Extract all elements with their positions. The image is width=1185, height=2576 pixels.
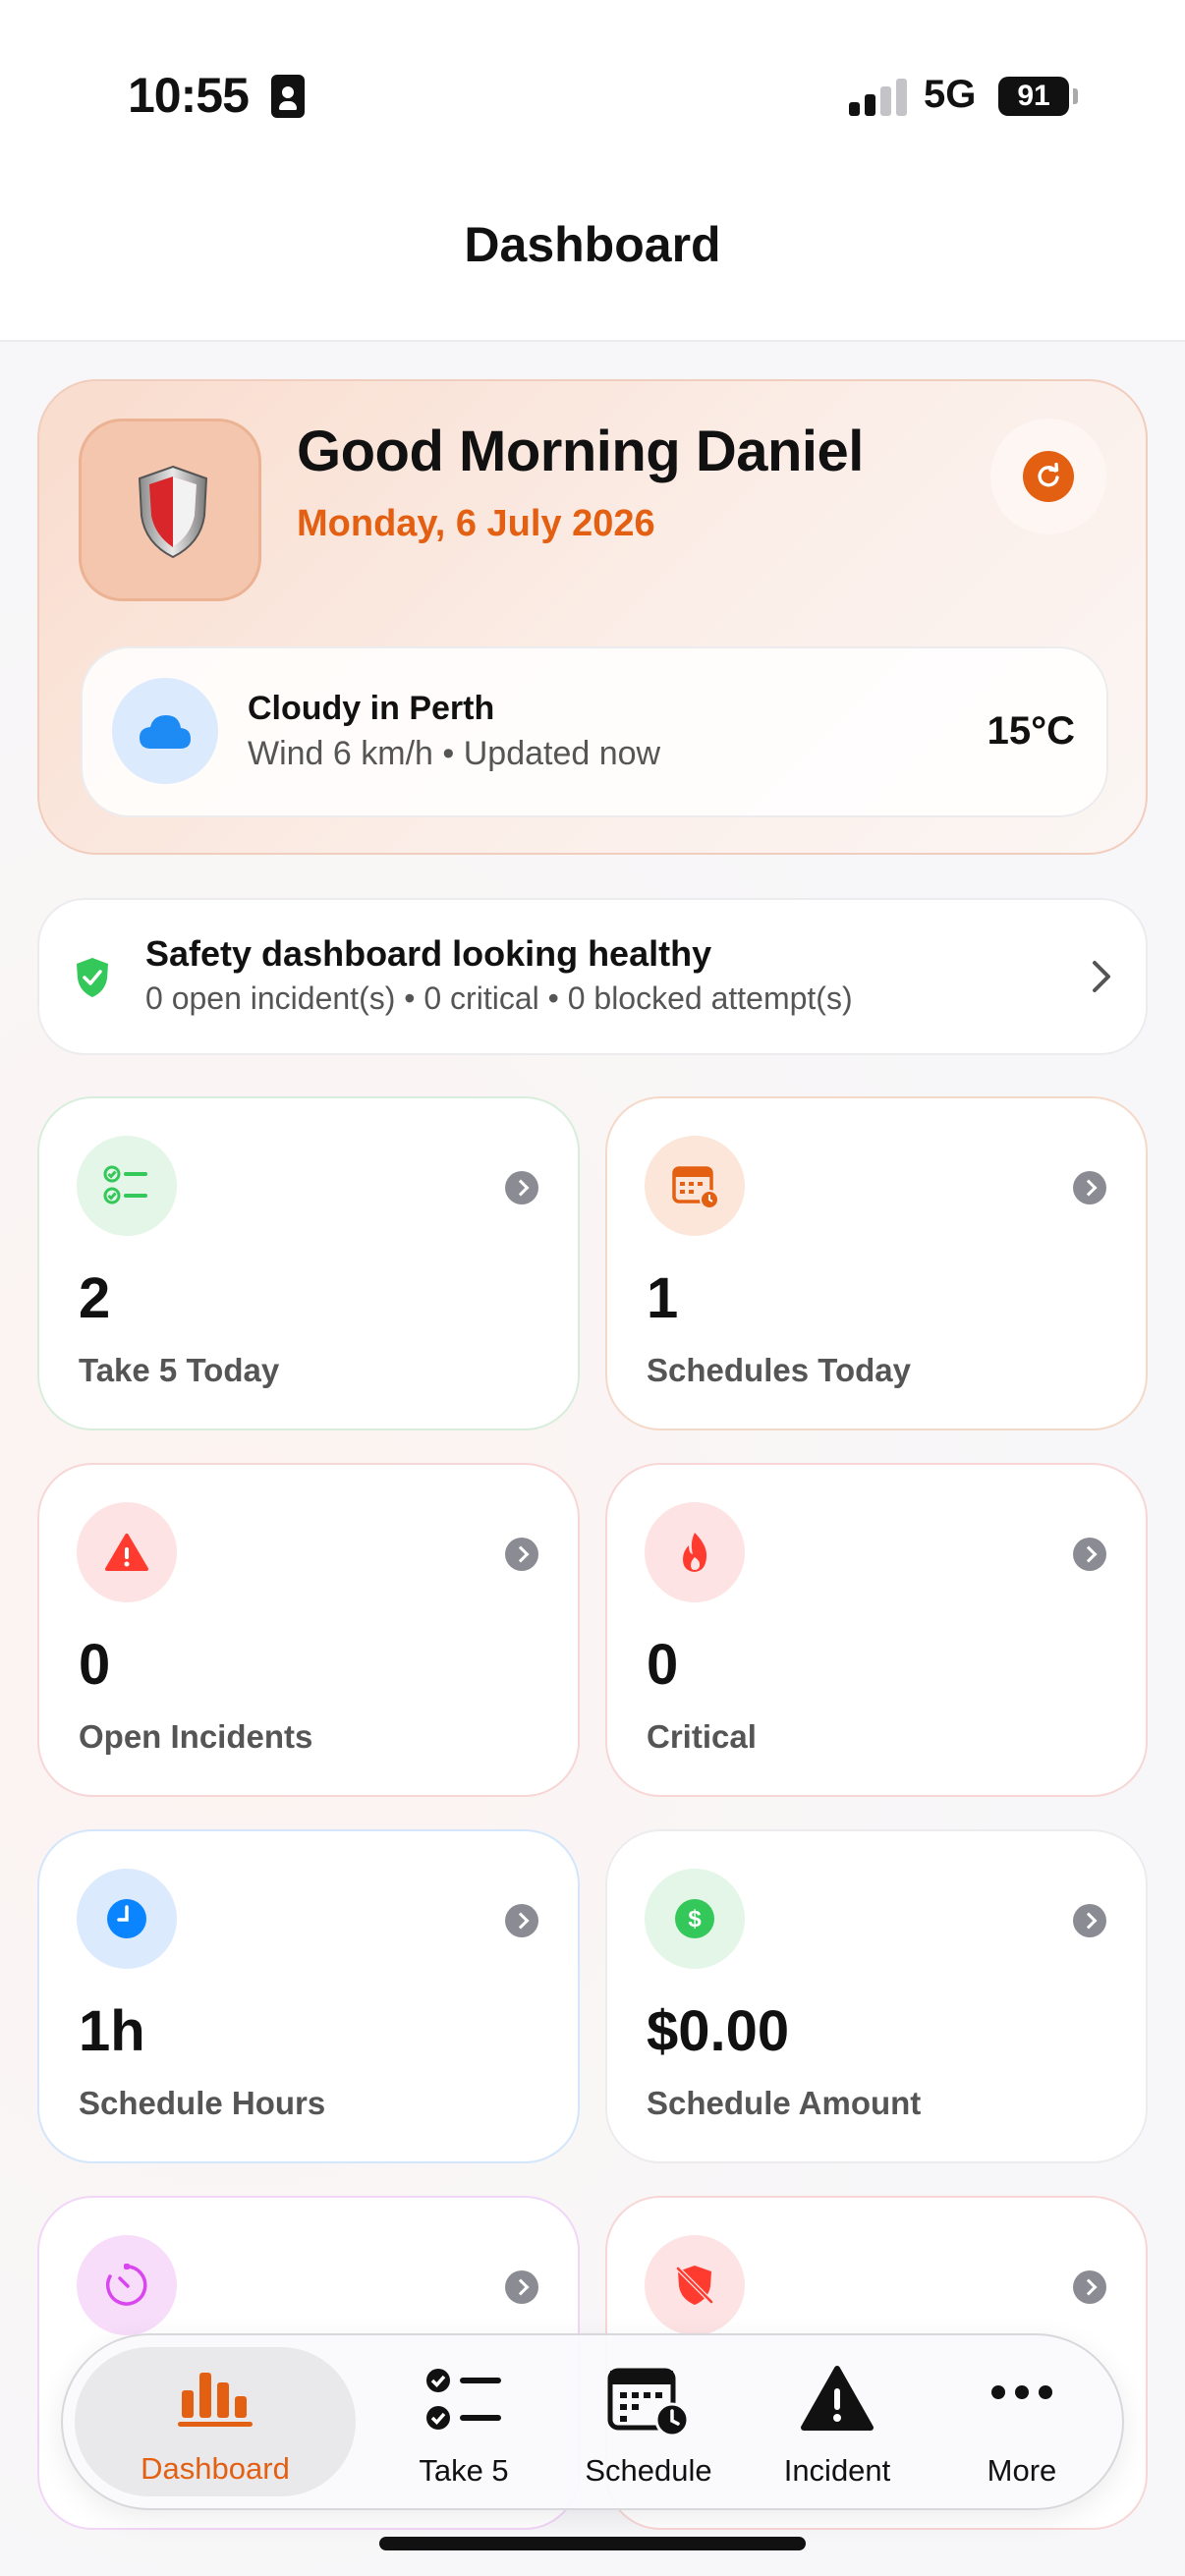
calendar-icon	[645, 1136, 745, 1236]
home-indicator[interactable]	[379, 2537, 806, 2550]
tile-value: 0	[647, 1633, 679, 1697]
shield-logo-icon	[79, 419, 261, 601]
weather-subtitle: Wind 6 km/h • Updated now	[248, 735, 661, 772]
tile-arrow-icon	[1073, 1171, 1106, 1204]
current-date: Monday, 6 July 2026	[297, 503, 655, 544]
tile-label: Schedules Today	[647, 1352, 911, 1388]
tab-label: Schedule	[585, 2453, 712, 2488]
shield-check-icon	[77, 958, 108, 997]
weather-temperature: 15°C	[987, 709, 1075, 753]
svg-text:$: $	[688, 1906, 702, 1932]
battery-tip	[1073, 88, 1078, 104]
status-time: 10:55	[128, 68, 250, 123]
greeting-title: Good Morning Daniel	[297, 420, 864, 483]
tile-label: Critical	[647, 1718, 757, 1755]
id-card-icon	[271, 75, 305, 118]
dollar-icon: $	[645, 1869, 745, 1969]
calendar-clock-icon	[607, 2368, 690, 2437]
tab-incident[interactable]: Incident	[739, 2335, 935, 2508]
tile-open-incidents[interactable]: 0 Open Incidents	[37, 1463, 580, 1797]
tile-take5-today[interactable]: 2 Take 5 Today	[37, 1096, 580, 1430]
bar-chart-icon	[178, 2373, 253, 2427]
tile-label: Schedule Amount	[647, 2085, 922, 2121]
tab-take5[interactable]: Take 5	[366, 2335, 562, 2508]
dashboard-content[interactable]: Good Morning Daniel Monday, 6 July 2026 …	[0, 342, 1185, 2576]
timer-icon	[77, 2235, 177, 2335]
tile-arrow-icon	[505, 1904, 538, 1937]
page-title: Dashboard	[464, 217, 721, 272]
cellular-signal-icon	[849, 79, 908, 116]
checklist-icon	[77, 1136, 177, 1236]
tab-label: Incident	[783, 2453, 891, 2488]
tab-schedule[interactable]: Schedule	[550, 2335, 747, 2508]
tile-value: 0	[79, 1633, 111, 1697]
checklist-icon	[426, 2369, 501, 2430]
weather-card: Cloudy in Perth Wind 6 km/h • Updated no…	[81, 646, 1108, 817]
tab-dashboard[interactable]: Dashboard	[75, 2347, 356, 2496]
navigation-header: Dashboard	[0, 187, 1185, 342]
tile-arrow-icon	[505, 1538, 538, 1571]
tile-arrow-icon	[1073, 1904, 1106, 1937]
tab-label: More	[987, 2453, 1057, 2488]
safety-health-banner[interactable]: Safety dashboard looking healthy 0 open …	[37, 898, 1148, 1055]
tile-label: Open Incidents	[79, 1718, 313, 1755]
tab-label: Take 5	[419, 2453, 509, 2488]
tile-value: 1	[647, 1266, 679, 1330]
warning-icon	[77, 1502, 177, 1602]
clock-icon	[77, 1869, 177, 1969]
weather-title: Cloudy in Perth	[248, 690, 495, 727]
greeting-card: Good Morning Daniel Monday, 6 July 2026 …	[37, 379, 1148, 855]
more-icon	[991, 2385, 1052, 2399]
tile-label: Take 5 Today	[79, 1352, 280, 1388]
health-title: Safety dashboard looking healthy	[145, 933, 712, 974]
tab-bar: Dashboard Take 5 Schedule Incident More	[61, 2333, 1124, 2510]
tab-label: Dashboard	[141, 2451, 290, 2486]
tile-arrow-icon	[1073, 2270, 1106, 2304]
tile-arrow-icon	[1073, 1538, 1106, 1571]
tile-arrow-icon	[505, 1171, 538, 1204]
chevron-right-icon	[1093, 961, 1110, 992]
network-type: 5G	[924, 73, 977, 116]
tile-value: 2	[79, 1266, 111, 1330]
refresh-icon	[1023, 451, 1074, 502]
tile-schedule-amount[interactable]: $ $0.00 Schedule Amount	[605, 1829, 1148, 2163]
tab-more[interactable]: More	[924, 2335, 1120, 2508]
health-subtitle: 0 open incident(s) • 0 critical • 0 bloc…	[145, 980, 853, 1016]
tile-arrow-icon	[505, 2270, 538, 2304]
tile-schedule-hours[interactable]: 1h Schedule Hours	[37, 1829, 580, 2163]
blocked-shield-icon	[645, 2235, 745, 2335]
tile-value: $0.00	[647, 1999, 790, 2063]
tile-label: Schedule Hours	[79, 2085, 326, 2121]
tile-value: 1h	[79, 1999, 145, 2063]
cloud-icon	[112, 678, 218, 784]
warning-icon	[801, 2366, 874, 2431]
tile-critical[interactable]: 0 Critical	[605, 1463, 1148, 1797]
flame-icon	[645, 1502, 745, 1602]
battery-icon: 91	[998, 77, 1069, 116]
refresh-button[interactable]	[990, 419, 1106, 534]
tile-schedules-today[interactable]: 1 Schedules Today	[605, 1096, 1148, 1430]
status-bar: 10:55 5G 91	[0, 0, 1185, 187]
